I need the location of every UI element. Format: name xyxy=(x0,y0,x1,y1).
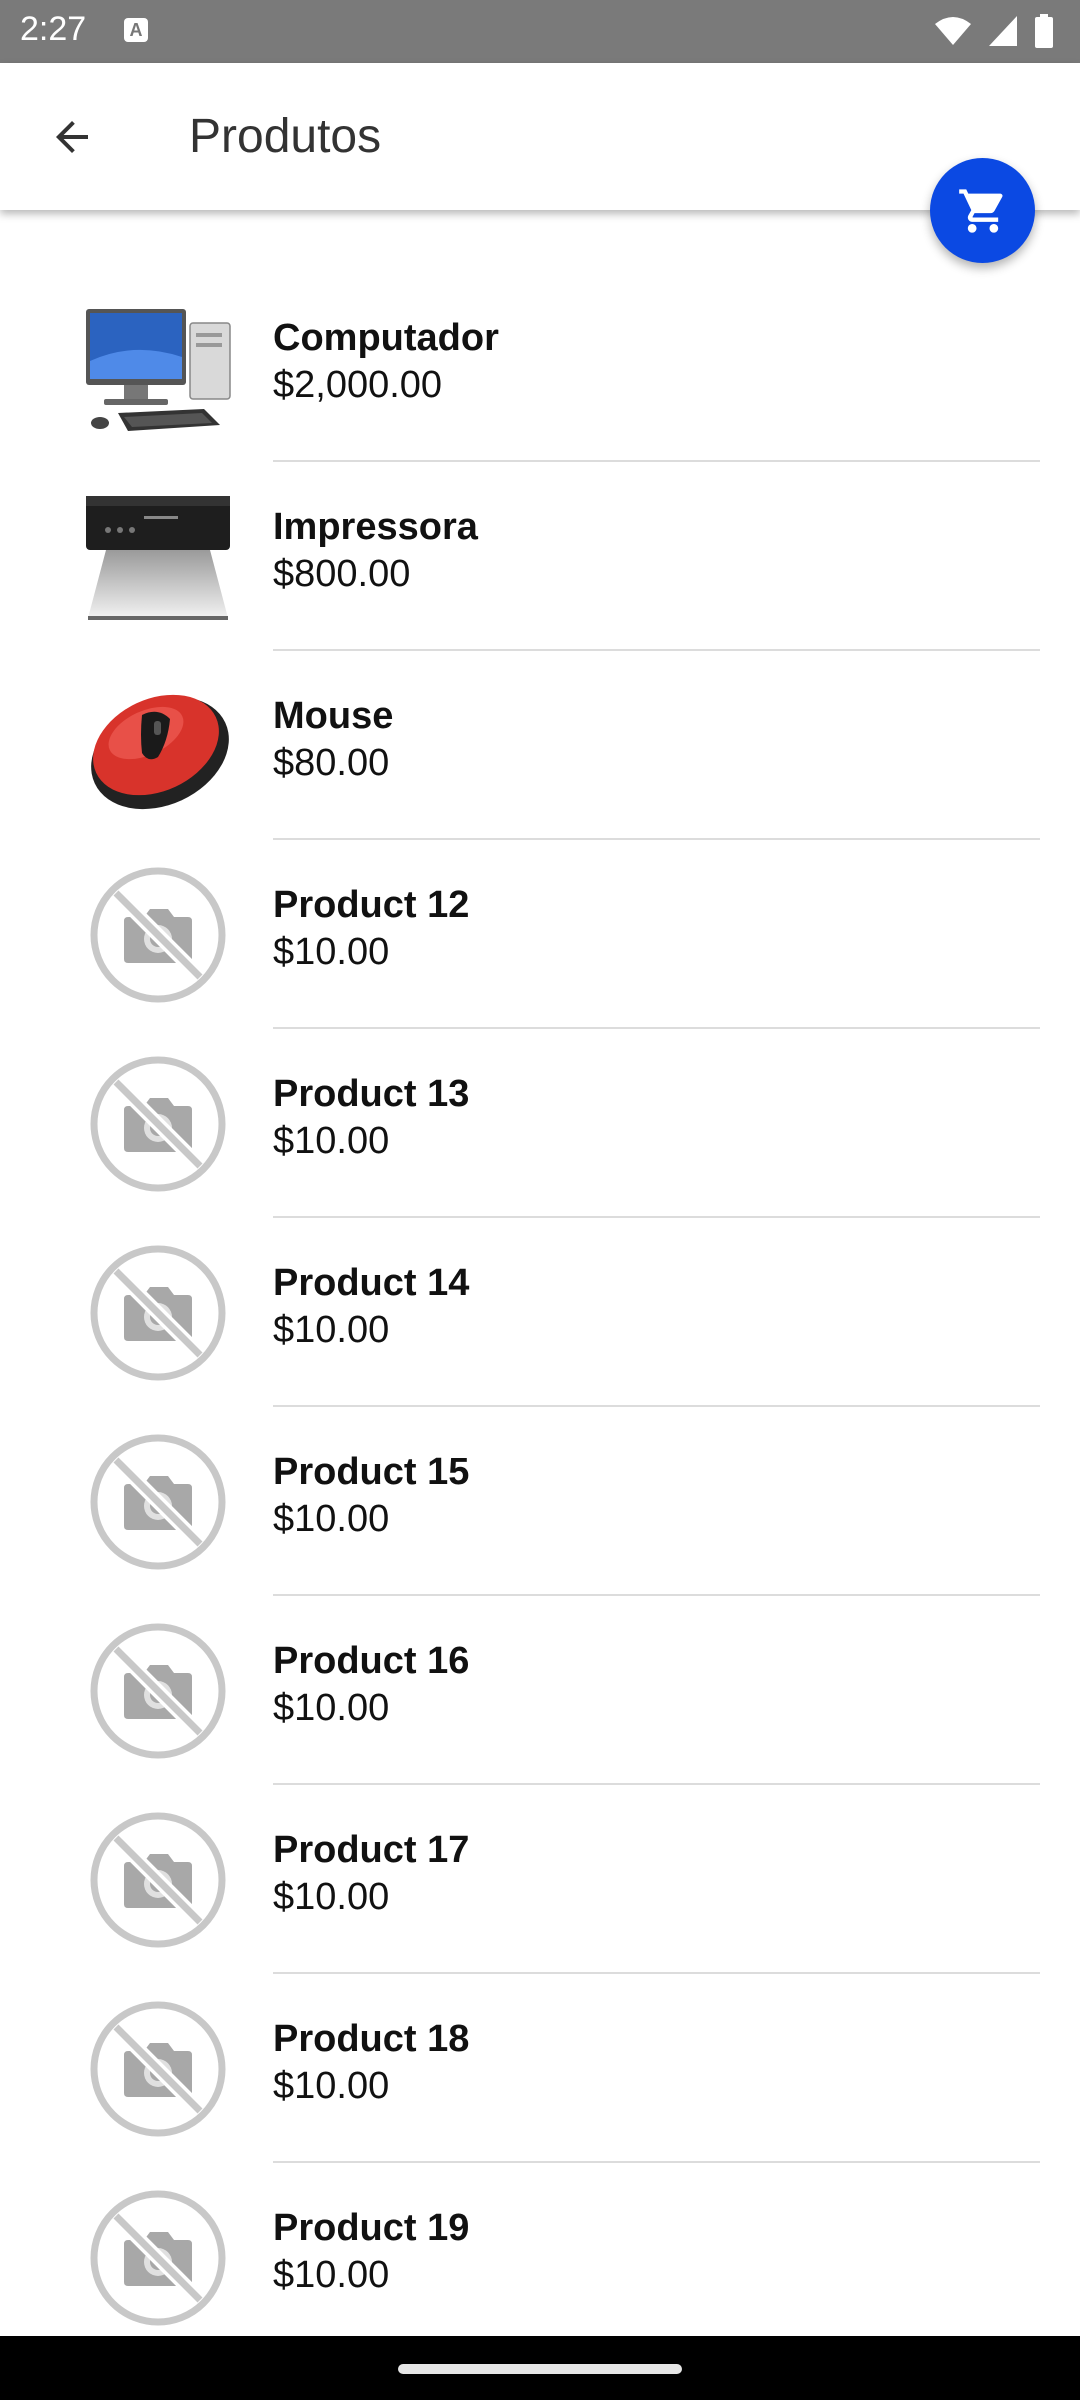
signal-icon xyxy=(989,16,1017,46)
no-photo-icon xyxy=(84,867,232,1003)
no-photo-icon xyxy=(84,1434,232,1570)
navigation-bar xyxy=(0,2336,1080,2400)
product-name: Product 19 xyxy=(273,2207,470,2249)
cart-button[interactable] xyxy=(930,158,1035,263)
status-a-icon: A xyxy=(124,18,148,42)
page-title: Produtos xyxy=(189,110,382,163)
product-price: $80.00 xyxy=(273,742,390,784)
no-photo-icon xyxy=(84,1056,232,1192)
wifi-icon xyxy=(935,17,971,45)
battery-icon xyxy=(1035,14,1053,48)
product-name: Product 16 xyxy=(273,1640,470,1682)
status-bar: 2:27 A xyxy=(0,0,1080,63)
no-photo-icon xyxy=(84,2001,232,2137)
list-item[interactable]: Product 18 $10.00 xyxy=(0,1974,1080,2163)
app-bar: Produtos xyxy=(0,63,1080,210)
status-time: 2:27 xyxy=(20,10,87,48)
product-price: $10.00 xyxy=(273,931,390,973)
product-name: Product 18 xyxy=(273,2018,470,2060)
product-text: Product 19 $10.00 xyxy=(273,2205,469,2299)
product-name: Impressora xyxy=(273,506,478,548)
product-text: Impressora $800.00 xyxy=(273,504,478,598)
back-button[interactable] xyxy=(36,101,108,173)
product-text: Product 14 $10.00 xyxy=(273,1260,469,1354)
list-item[interactable]: Product 15 $10.00 xyxy=(0,1407,1080,1596)
product-price: $10.00 xyxy=(273,1309,390,1351)
no-photo-icon xyxy=(84,1623,232,1759)
product-text: Product 15 $10.00 xyxy=(273,1449,469,1543)
list-item[interactable]: Computador $2,000.00 xyxy=(0,273,1080,462)
product-price: $10.00 xyxy=(273,1876,390,1918)
list-item[interactable]: Impressora $800.00 xyxy=(0,462,1080,651)
product-name: Product 17 xyxy=(273,1829,470,1871)
product-price: $10.00 xyxy=(273,2254,390,2296)
list-item[interactable]: Mouse $80.00 xyxy=(0,651,1080,840)
mouse-image xyxy=(84,679,232,813)
product-text: Computador $2,000.00 xyxy=(273,315,499,409)
product-text: Mouse $80.00 xyxy=(273,693,393,787)
list-item[interactable]: Product 19 $10.00 xyxy=(0,2163,1080,2352)
no-photo-icon xyxy=(84,1245,232,1381)
product-price: $800.00 xyxy=(273,553,411,595)
arrow-back-icon xyxy=(56,121,88,153)
home-gesture-handle[interactable] xyxy=(398,2364,682,2374)
product-list: Computador $2,000.00 Impressora $800.00 … xyxy=(0,273,1080,2352)
printer-image xyxy=(84,490,232,624)
product-name: Mouse xyxy=(273,695,394,737)
list-item[interactable]: Product 16 $10.00 xyxy=(0,1596,1080,1785)
list-item[interactable]: Product 17 $10.00 xyxy=(0,1785,1080,1974)
product-text: Product 16 $10.00 xyxy=(273,1638,469,1732)
computer-image xyxy=(84,301,232,435)
product-name: Product 13 xyxy=(273,1073,470,1115)
product-text: Product 12 $10.00 xyxy=(273,882,469,976)
no-photo-icon xyxy=(84,1812,232,1948)
product-name: Product 12 xyxy=(273,884,470,926)
product-text: Product 17 $10.00 xyxy=(273,1827,469,1921)
product-price: $10.00 xyxy=(273,1498,390,1540)
status-icons xyxy=(934,13,1054,49)
product-name: Product 14 xyxy=(273,1262,470,1304)
list-item[interactable]: Product 14 $10.00 xyxy=(0,1218,1080,1407)
product-price: $10.00 xyxy=(273,1687,390,1729)
product-text: Product 13 $10.00 xyxy=(273,1071,469,1165)
product-price: $10.00 xyxy=(273,1120,390,1162)
product-text: Product 18 $10.00 xyxy=(273,2016,469,2110)
product-name: Computador xyxy=(273,317,499,359)
product-price: $10.00 xyxy=(273,2065,390,2107)
list-item[interactable]: Product 13 $10.00 xyxy=(0,1029,1080,1218)
product-name: Product 15 xyxy=(273,1451,470,1493)
no-photo-icon xyxy=(84,2190,232,2326)
product-price: $2,000.00 xyxy=(273,364,443,406)
cart-icon xyxy=(958,188,1003,233)
list-item[interactable]: Product 12 $10.00 xyxy=(0,840,1080,1029)
